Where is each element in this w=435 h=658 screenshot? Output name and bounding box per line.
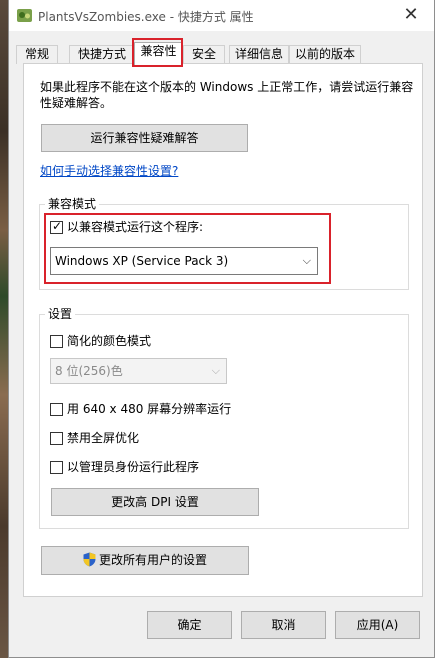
resolution-label: 用 640 x 480 屏幕分辨率运行 (67, 402, 232, 416)
compatibility-panel: 如果此程序不能在这个版本的 Windows 上正常工作，请尝试运行兼容性疑难解答… (23, 63, 423, 597)
tab-compatibility[interactable]: 兼容性 (134, 42, 183, 65)
run-as-admin-label: 以管理员身份运行此程序 (67, 460, 200, 474)
os-version-select[interactable]: Windows XP (Service Pack 3) ⌵ (50, 247, 318, 275)
reduced-color-label: 简化的颜色模式 (67, 334, 152, 348)
compat-mode-checkbox-label: 以兼容模式运行这个程序: (67, 220, 204, 234)
chevron-down-icon: ⌵ (302, 254, 311, 267)
reduced-color-checkbox[interactable]: 简化的颜色模式 (50, 333, 250, 351)
color-depth-value: 8 位(256)色 (55, 364, 123, 378)
manual-settings-link[interactable]: 如何手动选择兼容性设置? (40, 162, 178, 179)
checkbox-box[interactable] (50, 461, 63, 474)
tab-strip: 常规 快捷方式 兼容性 安全 详细信息 以前的版本 (16, 42, 426, 65)
settings-group-label: 设置 (45, 306, 76, 322)
close-button[interactable]: ✕ (398, 3, 424, 27)
tab-label: 以前的版本 (294, 47, 355, 61)
tab-label: 兼容性 (140, 44, 177, 58)
ok-button[interactable]: 确定 (147, 611, 232, 639)
checkbox-box[interactable] (50, 403, 63, 416)
compat-mode-label: 兼容模式 (45, 196, 100, 212)
tab-general[interactable]: 常规 (16, 45, 58, 64)
tab-label: 常规 (24, 47, 49, 61)
tab-previous-versions[interactable]: 以前的版本 (289, 45, 361, 64)
checkbox-box[interactable] (50, 335, 63, 348)
change-dpi-button[interactable]: 更改高 DPI 设置 (51, 488, 259, 516)
run-troubleshooter-button[interactable]: 运行兼容性疑难解答 (41, 124, 248, 152)
uac-shield-icon (83, 552, 96, 567)
fullscreen-opt-checkbox[interactable]: 禁用全屏优化 (50, 430, 250, 448)
tab-shortcut[interactable]: 快捷方式 (69, 45, 135, 64)
window-title: PlantsVsZombies.exe - 快捷方式 属性 (38, 10, 254, 24)
app-icon (17, 9, 32, 22)
tab-label: 快捷方式 (77, 47, 126, 61)
tab-label: 详细信息 (234, 47, 283, 61)
resolution-checkbox[interactable]: 用 640 x 480 屏幕分辨率运行 (50, 401, 280, 419)
change-all-users-label: 更改所有用户的设置 (98, 553, 207, 567)
tab-label: 安全 (191, 47, 216, 61)
title-bar: PlantsVsZombies.exe - 快捷方式 属性 ✕ (9, 0, 434, 31)
apply-button[interactable]: 应用(A) (335, 611, 420, 639)
compat-mode-checkbox[interactable]: ✓ 以兼容模式运行这个程序: (50, 219, 270, 237)
checkbox-box[interactable] (50, 432, 63, 445)
change-all-users-button[interactable]: 更改所有用户的设置 (41, 546, 249, 575)
run-as-admin-checkbox[interactable]: 以管理员身份运行此程序 (50, 459, 250, 477)
intro-text: 如果此程序不能在这个版本的 Windows 上正常工作，请尝试运行兼容性疑难解答… (40, 80, 414, 110)
chevron-down-icon: ⌵ (211, 364, 220, 377)
tab-details[interactable]: 详细信息 (229, 45, 289, 64)
properties-window: PlantsVsZombies.exe - 快捷方式 属性 ✕ 常规 快捷方式 … (8, 0, 435, 658)
tab-security[interactable]: 安全 (183, 45, 225, 64)
color-depth-select: 8 位(256)色 ⌵ (50, 358, 227, 384)
cancel-button[interactable]: 取消 (241, 611, 326, 639)
os-version-value: Windows XP (Service Pack 3) (55, 254, 229, 268)
checkbox-box[interactable]: ✓ (50, 219, 63, 234)
check-icon: ✓ (52, 219, 63, 233)
fullscreen-opt-label: 禁用全屏优化 (67, 431, 140, 445)
